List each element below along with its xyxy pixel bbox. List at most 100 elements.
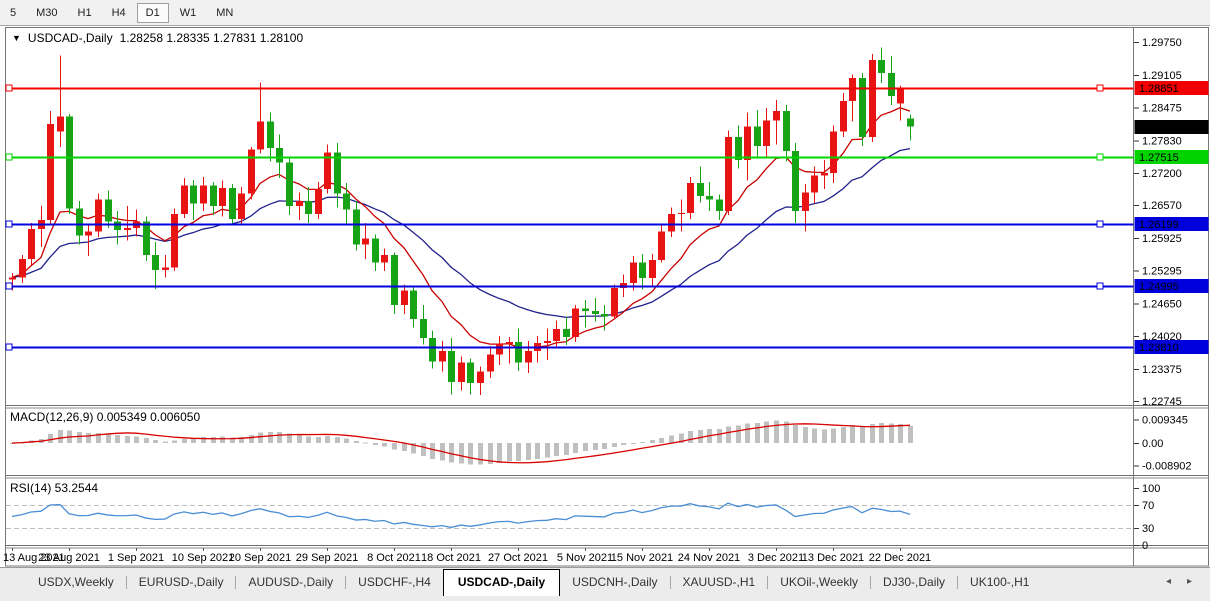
svg-text:10 Sep 2021: 10 Sep 2021 <box>172 552 234 564</box>
svg-text:70: 70 <box>1142 500 1154 512</box>
candle-body <box>611 288 618 316</box>
tab-ukoil-weekly[interactable]: UKOil-,Weekly <box>768 571 870 594</box>
pane-splitter[interactable] <box>6 546 1209 549</box>
tab-usdchf-h4[interactable]: USDCHF-,H4 <box>346 571 443 594</box>
pane-splitter[interactable] <box>6 406 1209 409</box>
candle-body <box>257 121 264 149</box>
timeframe-button-mn[interactable]: MN <box>207 3 242 23</box>
candle-body <box>410 291 417 319</box>
candle-body <box>267 121 274 148</box>
symbol-dropdown-icon[interactable]: ▼ <box>12 33 21 43</box>
timeframe-toolbar: 5M30H1H4D1W1MN <box>0 0 1210 26</box>
candle-body <box>229 188 236 219</box>
timeframe-button-h1[interactable]: H1 <box>69 3 101 23</box>
tab-dj30-daily[interactable]: DJ30-,Daily <box>871 571 957 594</box>
horizontal-line-1.28851[interactable] <box>6 85 1134 91</box>
candle-body <box>553 329 560 341</box>
timeframe-button-h4[interactable]: H4 <box>103 3 135 23</box>
line-handle <box>1097 85 1103 91</box>
tab-eurusd-daily[interactable]: EURUSD-,Daily <box>127 571 236 594</box>
candle-body <box>200 186 207 204</box>
svg-text:0: 0 <box>1142 540 1148 552</box>
candle-body <box>487 354 494 371</box>
svg-text:1.23375: 1.23375 <box>1142 364 1182 376</box>
date-axis[interactable]: 13 Aug 202123 Aug 20211 Sep 202110 Sep 2… <box>3 548 931 564</box>
candle-body <box>76 209 83 236</box>
candle-body <box>668 214 675 232</box>
chart-canvas[interactable]: 1.297501.291051.284751.278301.272001.265… <box>0 0 1210 601</box>
candle-body <box>66 116 73 208</box>
candle-body <box>658 232 665 260</box>
candle-body <box>515 342 522 363</box>
tab-usdcnh-daily[interactable]: USDCNH-,Daily <box>560 571 669 594</box>
svg-text:1.27515: 1.27515 <box>1139 152 1179 164</box>
symbol-tab-bar: USDX,WeeklyEURUSD-,DailyAUDUSD-,DailyUSD… <box>0 567 1210 601</box>
timeframe-button-w1[interactable]: W1 <box>171 3 206 23</box>
candle-body <box>897 90 904 104</box>
timeframe-button-m30[interactable]: M30 <box>27 3 66 23</box>
candle-body <box>630 263 637 284</box>
candle-body <box>792 151 799 211</box>
tab-usdx-weekly[interactable]: USDX,Weekly <box>26 571 126 594</box>
rsi-levels <box>6 506 1134 529</box>
svg-text:1.27200: 1.27200 <box>1142 168 1182 180</box>
tab-scroll-right-icon[interactable]: ▸ <box>1187 576 1192 587</box>
candle-body <box>467 363 474 384</box>
candle-body <box>124 228 131 230</box>
svg-text:1.28100: 1.28100 <box>1139 122 1179 134</box>
tab-usdcad-daily[interactable]: USDCAD-,Daily <box>443 569 560 596</box>
candle-body <box>477 372 484 383</box>
horizontal-line-1.23810[interactable] <box>6 344 1134 350</box>
tab-audusd-daily[interactable]: AUDUSD-,Daily <box>236 571 345 594</box>
svg-text:0.00: 0.00 <box>1142 438 1163 450</box>
candle-body <box>171 214 178 268</box>
candle-body <box>496 344 503 354</box>
candle-body <box>353 210 360 245</box>
timeframe-button-d1[interactable]: D1 <box>137 3 169 23</box>
rsi-indicator-label: RSI(14) 53.2544 <box>10 481 98 495</box>
candle-body <box>783 111 790 151</box>
candle-body <box>907 119 914 127</box>
candle-body <box>773 111 780 120</box>
macd-indicator-label: MACD(12,26,9) 0.005349 0.006050 <box>10 410 200 424</box>
candle-body <box>315 189 322 214</box>
candle-body <box>420 319 427 338</box>
candle-body <box>888 73 895 96</box>
candle-body <box>381 255 388 263</box>
svg-text:18 Oct 2021: 18 Oct 2021 <box>421 552 481 564</box>
tab-xauusd-h1[interactable]: XAUUSD-,H1 <box>671 571 768 594</box>
chart-title[interactable]: ▼ USDCAD-,Daily 1.28258 1.28335 1.27831 … <box>12 31 303 45</box>
rsi-axis[interactable]: 10070300 <box>1134 483 1160 552</box>
tab-scroll-left-icon[interactable]: ◂ <box>1166 576 1171 587</box>
timeframe-button-5[interactable]: 5 <box>1 3 25 23</box>
candle-body <box>687 183 694 213</box>
macd-axis[interactable]: 0.0093450.00-0.008902 <box>1134 415 1192 473</box>
candle-body <box>544 341 551 343</box>
candle-body <box>85 232 92 236</box>
candle-body <box>343 193 350 209</box>
candle-body <box>572 309 579 337</box>
candle-body <box>248 150 255 194</box>
svg-text:29 Sep 2021: 29 Sep 2021 <box>296 552 358 564</box>
candle-body <box>678 213 685 214</box>
pane-splitter[interactable] <box>6 476 1209 479</box>
tab-bar-corner <box>0 568 26 601</box>
line-handle <box>1097 221 1103 227</box>
svg-text:1.28475: 1.28475 <box>1142 102 1182 114</box>
candle-body <box>95 199 102 231</box>
candle-body <box>448 351 455 382</box>
candle-body <box>878 60 885 73</box>
candle-body <box>706 196 713 200</box>
candle-body <box>458 363 465 382</box>
line-handle <box>6 344 12 350</box>
tab-uk100-h1[interactable]: UK100-,H1 <box>958 571 1041 594</box>
svg-text:5 Nov 2021: 5 Nov 2021 <box>557 552 613 564</box>
horizontal-line-1.24995[interactable] <box>6 283 1134 289</box>
candle-body <box>286 163 293 207</box>
svg-text:23 Aug 2021: 23 Aug 2021 <box>38 552 100 564</box>
horizontal-line-1.27515[interactable] <box>6 154 1134 160</box>
candle-body <box>372 238 379 262</box>
candle-body <box>811 175 818 192</box>
candle-body <box>305 201 312 214</box>
svg-text:1.22745: 1.22745 <box>1142 396 1182 408</box>
